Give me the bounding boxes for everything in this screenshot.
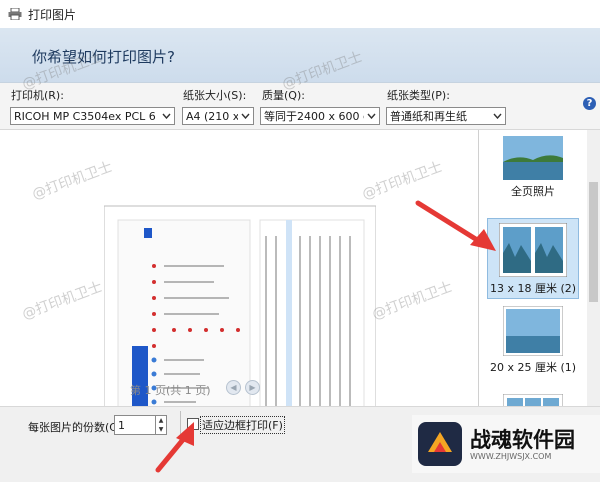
printer-select[interactable]: RICOH MP C3504ex PCL 6 (10, 107, 175, 125)
next-page-button[interactable]: ▶ (245, 380, 260, 395)
layout-item-wallet[interactable] (479, 393, 587, 406)
chevron-down-icon[interactable] (490, 108, 505, 124)
paper-type-label: 纸张类型(P): (387, 89, 450, 102)
paper-type-value: 普通纸和再生纸 (390, 110, 467, 123)
fit-to-frame-label[interactable]: 适应边框打印(F) (200, 416, 285, 434)
layout-scrollbar[interactable] (587, 130, 600, 406)
quality-value: 等同于2400 x 600 dpi (264, 110, 380, 123)
help-icon[interactable]: ? (583, 97, 596, 110)
chevron-down-icon[interactable] (159, 108, 174, 124)
layout-selected-box: 13 x 18 厘米 (2) (487, 218, 579, 299)
title-bar: 打印图片 (0, 0, 600, 28)
layout-list: 全页照片 13 x 18 厘米 (2) 20 x 25 厘米 (1) (479, 130, 587, 406)
paper-size-label: 纸张大小(S): (183, 89, 247, 102)
printer-value: RICOH MP C3504ex PCL 6 (14, 110, 156, 123)
chevron-down-icon[interactable] (238, 108, 253, 124)
layout-thumbnail (502, 305, 564, 357)
previous-page-button[interactable]: ◀ (226, 380, 241, 395)
page-status: 第 1 页(共 1 页) (130, 384, 211, 397)
window-title: 打印图片 (28, 7, 77, 22)
layout-caption: 20 x 25 厘米 (1) (489, 361, 577, 374)
brand-logo-icon (418, 422, 462, 466)
annotation-arrow-icon (415, 200, 496, 251)
layout-item-full-page[interactable]: 全页照片 (479, 136, 587, 199)
copies-label: 每张图片的份数(C): (28, 421, 125, 434)
brand-name: 战魂软件园 (470, 427, 575, 452)
chevron-down-icon[interactable] (364, 108, 379, 124)
brand-url: WWW.ZHJWSJX.COM (470, 451, 552, 461)
scrollbar-thumb[interactable] (589, 182, 598, 302)
site-brand: 战魂软件园 WWW.ZHJWSJX.COM (412, 415, 600, 473)
layout-item-20x25[interactable]: 20 x 25 厘米 (1) (479, 305, 587, 375)
paper-type-select[interactable]: 普通纸和再生纸 (386, 107, 506, 125)
layout-thumbnail (503, 136, 563, 180)
print-settings-row: 打印机(R): RICOH MP C3504ex PCL 6 纸张大小(S): … (0, 83, 600, 130)
layout-thumbnail (498, 222, 568, 278)
annotation-arrow-icon (155, 422, 194, 473)
printer-icon (8, 8, 22, 20)
quality-select[interactable]: 等同于2400 x 600 dpi (260, 107, 380, 125)
paper-size-select[interactable]: A4 (210 x 2 (182, 107, 254, 125)
layout-thumbnail (502, 393, 564, 406)
layout-caption: 13 x 18 厘米 (2) (489, 282, 577, 295)
